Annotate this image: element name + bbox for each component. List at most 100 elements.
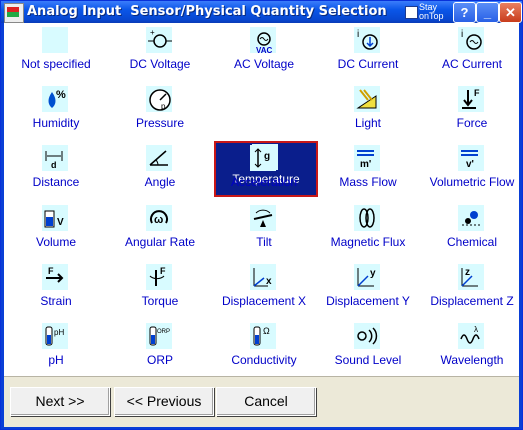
sensor-option-displacement-y[interactable]: y Displacement Y xyxy=(316,261,420,317)
sensor-option-magnetic-flux[interactable]: Magnetic Flux xyxy=(316,202,420,258)
sensor-option-chemical[interactable]: Chemical xyxy=(420,202,523,258)
ac-current-icon: i xyxy=(458,27,484,53)
dc-voltage-icon: + xyxy=(146,27,172,53)
svg-text:z: z xyxy=(465,267,470,278)
sensor-option-displacement-x[interactable]: x Displacement X xyxy=(212,261,316,317)
svg-text:m': m' xyxy=(360,159,371,170)
svg-text:F: F xyxy=(160,266,166,276)
svg-text:y: y xyxy=(370,268,376,279)
sensor-option-orp[interactable]: ORP ORP xyxy=(108,320,212,376)
acceleration-icon: g xyxy=(250,145,276,172)
ac-voltage-icon: VAC xyxy=(250,27,276,53)
sensor-option-sound-level[interactable]: Sound Level xyxy=(316,320,420,376)
next-button[interactable]: Next >> xyxy=(10,387,110,416)
sensor-option-ac-current[interactable]: i AC Current xyxy=(420,24,523,80)
sensor-option-humidity[interactable]: % Humidity xyxy=(4,83,108,139)
sensor-option-volumetric-flow[interactable]: v' Volumetric Flow xyxy=(420,142,523,198)
strain-icon: F xyxy=(42,263,68,290)
sensor-option-ph[interactable]: pH pH xyxy=(4,320,108,376)
svg-text:F: F xyxy=(474,88,480,98)
volumetric-flow-icon: v' xyxy=(458,145,484,172)
svg-text:%: % xyxy=(56,89,66,101)
displacement-x-icon: x xyxy=(250,263,276,290)
orp-icon: ORP xyxy=(146,323,172,349)
sensor-option-torque[interactable]: F Torque xyxy=(108,261,212,317)
sensor-option-angle[interactable]: Angle xyxy=(108,142,212,198)
sound-level-icon xyxy=(354,323,380,349)
sensor-option-distance[interactable]: d Distance xyxy=(4,142,108,198)
mass-flow-icon: m' xyxy=(354,145,380,172)
dialog-window: Analog Input Sensor/Physical Quantity Se… xyxy=(0,0,523,430)
sensor-option-displacement-z[interactable]: z Displacement Z xyxy=(420,261,523,317)
sensor-option-pressure[interactable]: p Pressure xyxy=(108,83,212,139)
sensor-option-label: Magnetic Flux xyxy=(330,234,406,249)
sensor-option-force[interactable]: F Force xyxy=(420,83,523,139)
chemical-icon xyxy=(458,204,484,231)
sensor-option-conductivity[interactable]: Ω Conductivity xyxy=(212,320,316,376)
sensor-option-label: Not specified xyxy=(21,57,91,71)
sensor-option-label: AC Voltage xyxy=(233,57,295,71)
sensor-option-label: Pressure xyxy=(135,116,185,131)
sensor-option-label: Conductivity xyxy=(231,353,297,367)
ph-icon: pH xyxy=(42,323,68,349)
previous-button[interactable]: << Previous xyxy=(114,387,214,416)
sensor-option-light[interactable]: Light xyxy=(316,83,420,139)
svg-text:x: x xyxy=(266,276,272,287)
sensor-option-tilt[interactable]: Tilt xyxy=(212,202,316,258)
minimize-button[interactable]: _ xyxy=(476,2,499,23)
conductivity-icon: Ω xyxy=(250,323,276,349)
svg-text:g: g xyxy=(264,151,270,162)
svg-text:p: p xyxy=(161,102,166,111)
sensor-option-label: Chemical xyxy=(446,234,497,249)
sensor-option-label: Acceleration xyxy=(230,175,298,190)
app-icon xyxy=(4,3,24,23)
displacement-z-icon: z xyxy=(458,263,484,290)
sensor-option-ac-voltage[interactable]: VAC AC Voltage xyxy=(212,24,316,80)
humidity-icon: % xyxy=(42,86,68,113)
tilt-icon xyxy=(250,204,276,231)
sensor-option-label: Humidity xyxy=(32,116,80,131)
force-icon: F xyxy=(458,86,484,113)
sensor-option-wavelength[interactable]: λ Wavelength xyxy=(420,320,523,376)
sensor-option-strain[interactable]: F Strain xyxy=(4,261,108,317)
sensor-option-label: Displacement Y xyxy=(326,293,410,308)
svg-text:i: i xyxy=(461,29,463,40)
sensor-option-dc-voltage[interactable]: + DC Voltage xyxy=(108,24,212,80)
sensor-option-label: Volume xyxy=(35,234,77,249)
angular-rate-icon: ω xyxy=(146,204,172,231)
torque-icon: F xyxy=(146,263,172,290)
magnetic-flux-icon xyxy=(354,204,380,231)
sensor-option-not-specified[interactable]: Not specified xyxy=(4,24,108,80)
sensor-option-volume[interactable]: V Volume xyxy=(4,202,108,258)
angle-icon xyxy=(146,145,172,172)
wavelength-icon: λ xyxy=(458,323,484,349)
blank-icon xyxy=(42,27,68,53)
window-title: Analog Input Sensor/Physical Quantity Se… xyxy=(27,4,387,19)
svg-text:V: V xyxy=(57,217,64,228)
svg-text:Ω: Ω xyxy=(263,326,270,336)
sensor-option-label: Angular Rate xyxy=(124,234,196,249)
sensor-option-label: ORP xyxy=(146,353,173,367)
sensor-option-label: pH xyxy=(48,353,64,367)
svg-text:v': v' xyxy=(466,159,474,170)
help-button[interactable]: ? xyxy=(453,2,476,23)
sensor-option-angular-rate[interactable]: ω Angular Rate xyxy=(108,202,212,258)
sensor-option-label: Light xyxy=(354,116,382,131)
stay-on-top-label: Stay onTop xyxy=(419,2,444,21)
light-icon xyxy=(354,86,380,113)
title-bar[interactable]: Analog Input Sensor/Physical Quantity Se… xyxy=(1,1,522,23)
cancel-button[interactable]: Cancel xyxy=(216,387,316,416)
svg-text:i: i xyxy=(357,29,359,40)
svg-text:+: + xyxy=(150,28,155,37)
stay-on-top-checkbox[interactable] xyxy=(405,6,418,19)
sensor-option-label: DC Voltage xyxy=(129,57,191,71)
sensor-option-label: AC Current xyxy=(441,57,503,71)
distance-icon: d xyxy=(42,145,68,172)
svg-text:pH: pH xyxy=(54,328,64,337)
svg-text:F: F xyxy=(48,266,54,276)
sensor-option-dc-current[interactable]: i DC Current xyxy=(316,24,420,80)
sensor-option-mass-flow[interactable]: m' Mass Flow xyxy=(316,142,420,198)
stay-on-top-toggle[interactable]: Stay onTop xyxy=(405,3,451,21)
close-button[interactable]: ✕ xyxy=(499,2,522,23)
sensor-option-acceleration[interactable]: g Acceleration xyxy=(212,142,316,198)
